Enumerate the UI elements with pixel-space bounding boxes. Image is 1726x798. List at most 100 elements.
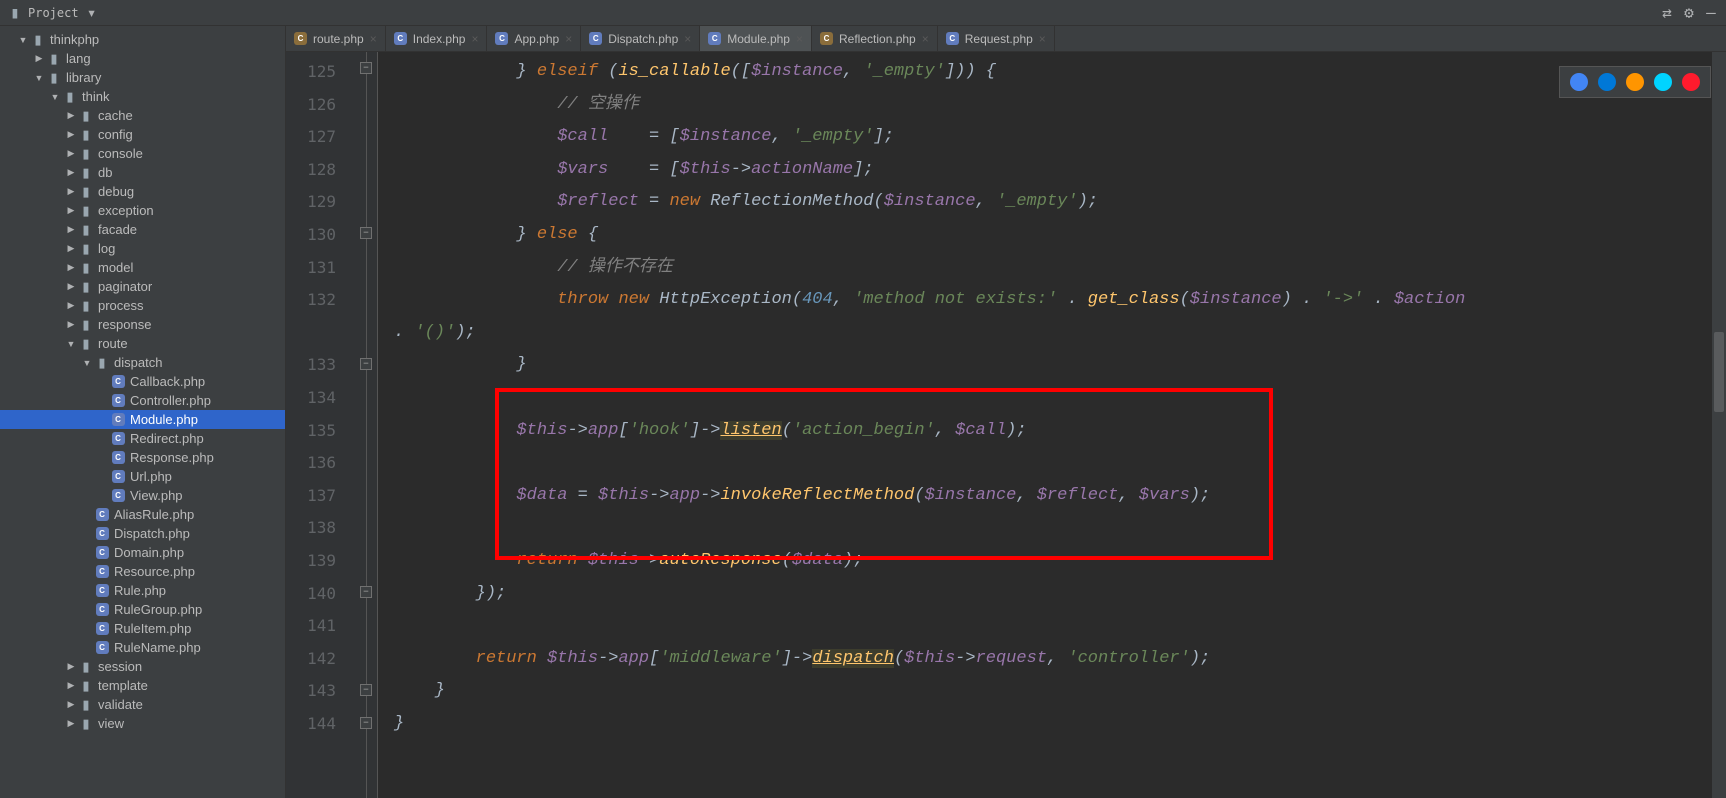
tree-arrow-icon[interactable]	[64, 680, 78, 691]
tree-item-rulegroup-php[interactable]: CRuleGroup.php	[0, 600, 285, 619]
tree-item-rule-php[interactable]: CRule.php	[0, 581, 285, 600]
code-line[interactable]: });	[394, 578, 1726, 611]
tree-item-module-php[interactable]: CModule.php	[0, 410, 285, 429]
edge-icon[interactable]	[1598, 73, 1616, 91]
tree-item-model[interactable]: ▮model	[0, 258, 285, 277]
opera-icon[interactable]	[1682, 73, 1700, 91]
tree-arrow-icon[interactable]	[64, 300, 78, 311]
tree-item-ruleitem-php[interactable]: CRuleItem.php	[0, 619, 285, 638]
code-line[interactable]: $reflect = new ReflectionMethod($instanc…	[394, 186, 1726, 219]
tree-item-url-php[interactable]: CUrl.php	[0, 467, 285, 486]
dropdown-arrow-icon[interactable]: ▾	[85, 6, 99, 20]
tree-item-aliasrule-php[interactable]: CAliasRule.php	[0, 505, 285, 524]
gear-icon[interactable]: ⚙	[1682, 6, 1696, 20]
tab-request-php[interactable]: CRequest.php×	[938, 26, 1055, 51]
code-line[interactable]	[394, 610, 1726, 643]
code-line[interactable]: . '()');	[394, 317, 1726, 350]
code-line[interactable]: // 操作不存在	[394, 252, 1726, 285]
project-sidebar[interactable]: ▮thinkphp▮lang▮library▮think▮cache▮confi…	[0, 26, 286, 798]
tree-item-controller-php[interactable]: CController.php	[0, 391, 285, 410]
tree-item-db[interactable]: ▮db	[0, 163, 285, 182]
code-line[interactable]: return $this->app['middleware']->dispatc…	[394, 643, 1726, 676]
tree-arrow-icon[interactable]	[64, 661, 78, 672]
code-line[interactable]: $this->app['hook']->listen('action_begin…	[394, 415, 1726, 448]
tree-item-cache[interactable]: ▮cache	[0, 106, 285, 125]
tree-arrow-icon[interactable]	[64, 718, 78, 729]
code-line[interactable]: } else {	[394, 219, 1726, 252]
code-line[interactable]: // 空操作	[394, 89, 1726, 122]
code-line[interactable]: return $this->autoResponse($data);	[394, 545, 1726, 578]
tree-arrow-icon[interactable]	[64, 148, 78, 159]
tree-arrow-icon[interactable]	[64, 319, 78, 330]
tree-arrow-icon[interactable]	[64, 167, 78, 178]
tree-item-redirect-php[interactable]: CRedirect.php	[0, 429, 285, 448]
code-line[interactable]: $data = $this->app->invokeReflectMethod(…	[394, 480, 1726, 513]
code-line[interactable]	[394, 512, 1726, 545]
tree-item-paginator[interactable]: ▮paginator	[0, 277, 285, 296]
close-icon[interactable]: ×	[922, 32, 929, 46]
tree-arrow-icon[interactable]	[64, 262, 78, 273]
tree-item-view[interactable]: ▮view	[0, 714, 285, 733]
code-line[interactable]	[394, 447, 1726, 480]
tab-reflection-php[interactable]: CReflection.php×	[812, 26, 938, 51]
tree-item-view-php[interactable]: CView.php	[0, 486, 285, 505]
fold-gutter[interactable]: − − − − − −	[358, 52, 378, 798]
tree-item-process[interactable]: ▮process	[0, 296, 285, 315]
tree-item-console[interactable]: ▮console	[0, 144, 285, 163]
code-line[interactable]: }	[394, 349, 1726, 382]
fold-marker-icon[interactable]: −	[360, 62, 372, 74]
tree-arrow-icon[interactable]	[64, 205, 78, 216]
tree-item-route[interactable]: ▮route	[0, 334, 285, 353]
code-line[interactable]: }	[394, 708, 1726, 741]
tree-item-session[interactable]: ▮session	[0, 657, 285, 676]
tree-item-resource-php[interactable]: CResource.php	[0, 562, 285, 581]
tree-item-lang[interactable]: ▮lang	[0, 49, 285, 68]
tree-item-response-php[interactable]: CResponse.php	[0, 448, 285, 467]
safari-icon[interactable]	[1654, 73, 1672, 91]
code-line[interactable]: $call = [$instance, '_empty'];	[394, 121, 1726, 154]
close-icon[interactable]: ×	[370, 32, 377, 46]
fold-marker-icon[interactable]: −	[360, 227, 372, 239]
code-editor[interactable]: } elseif (is_callable([$instance, '_empt…	[378, 52, 1726, 798]
tree-arrow-icon[interactable]	[16, 35, 30, 45]
tree-arrow-icon[interactable]	[48, 92, 62, 102]
code-line[interactable]: $vars = [$this->actionName];	[394, 154, 1726, 187]
tree-item-dispatch-php[interactable]: CDispatch.php	[0, 524, 285, 543]
tree-item-facade[interactable]: ▮facade	[0, 220, 285, 239]
tree-arrow-icon[interactable]	[32, 53, 46, 64]
code-line[interactable]: } elseif (is_callable([$instance, '_empt…	[394, 56, 1726, 89]
fold-marker-icon[interactable]: −	[360, 586, 372, 598]
close-icon[interactable]: ×	[796, 32, 803, 46]
tree-arrow-icon[interactable]	[64, 129, 78, 140]
tree-arrow-icon[interactable]	[64, 110, 78, 121]
tree-item-library[interactable]: ▮library	[0, 68, 285, 87]
minimize-icon[interactable]: —	[1704, 6, 1718, 20]
tree-arrow-icon[interactable]	[64, 243, 78, 254]
code-line[interactable]	[394, 382, 1726, 415]
tab-module-php[interactable]: CModule.php×	[700, 26, 812, 51]
tab-app-php[interactable]: CApp.php×	[487, 26, 581, 51]
tree-item-rulename-php[interactable]: CRuleName.php	[0, 638, 285, 657]
tree-item-validate[interactable]: ▮validate	[0, 695, 285, 714]
close-icon[interactable]: ×	[1039, 32, 1046, 46]
tree-item-debug[interactable]: ▮debug	[0, 182, 285, 201]
firefox-icon[interactable]	[1626, 73, 1644, 91]
fold-marker-icon[interactable]: −	[360, 684, 372, 696]
tree-item-callback-php[interactable]: CCallback.php	[0, 372, 285, 391]
tree-arrow-icon[interactable]	[80, 358, 94, 368]
tree-item-domain-php[interactable]: CDomain.php	[0, 543, 285, 562]
tree-item-template[interactable]: ▮template	[0, 676, 285, 695]
tree-arrow-icon[interactable]	[64, 224, 78, 235]
tree-item-dispatch[interactable]: ▮dispatch	[0, 353, 285, 372]
fold-marker-icon[interactable]: −	[360, 358, 372, 370]
tree-arrow-icon[interactable]	[64, 281, 78, 292]
tree-item-thinkphp[interactable]: ▮thinkphp	[0, 30, 285, 49]
project-label[interactable]: Project	[28, 6, 79, 20]
tree-item-log[interactable]: ▮log	[0, 239, 285, 258]
tree-arrow-icon[interactable]	[64, 186, 78, 197]
tree-item-think[interactable]: ▮think	[0, 87, 285, 106]
tree-item-response[interactable]: ▮response	[0, 315, 285, 334]
tree-arrow-icon[interactable]	[32, 73, 46, 83]
tab-dispatch-php[interactable]: CDispatch.php×	[581, 26, 700, 51]
tab-route-php[interactable]: Croute.php×	[286, 26, 386, 51]
